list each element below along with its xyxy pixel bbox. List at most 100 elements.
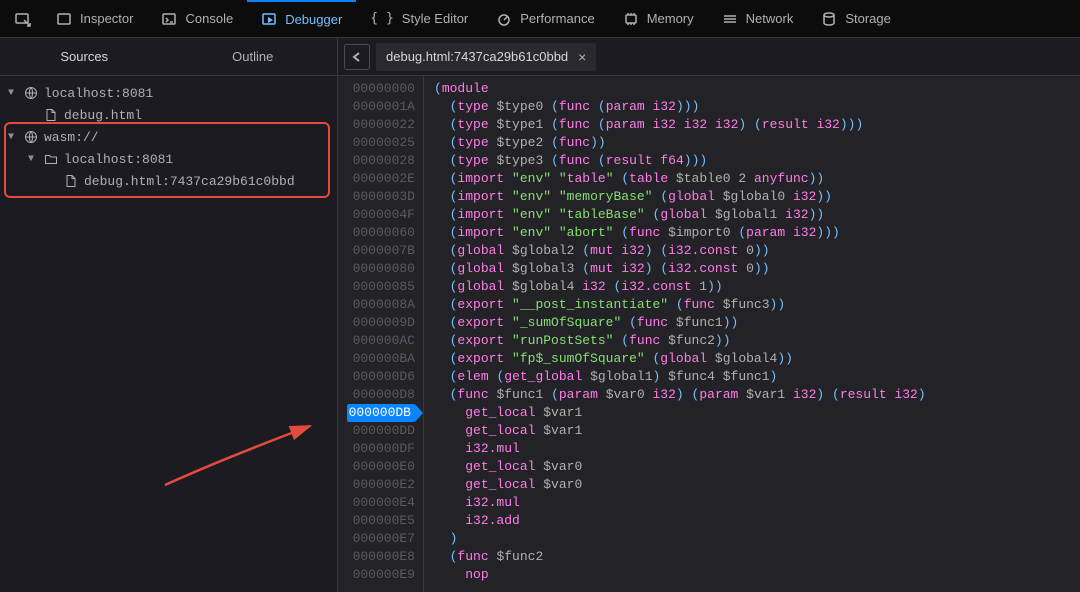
code-line[interactable]: (type $type3 (func (result f64))) (434, 152, 1080, 170)
code-line[interactable]: (import "env" "abort" (func $import0 (pa… (434, 224, 1080, 242)
panel-tabs: Sources Outline (0, 38, 337, 76)
tab-network[interactable]: Network (708, 0, 808, 37)
braces-icon: { } (370, 11, 393, 26)
tree-label: localhost:8081 (64, 152, 173, 167)
gutter-address[interactable]: 00000080 (338, 260, 415, 278)
tree-file[interactable]: debug.html:7437ca29b61c0bbd (0, 170, 337, 192)
code-line[interactable]: (import "env" "tableBase" (global $globa… (434, 206, 1080, 224)
gutter-address[interactable]: 0000001A (338, 98, 415, 116)
code-line[interactable]: (global $global2 (mut i32) (i32.const 0)… (434, 242, 1080, 260)
gutter-address[interactable]: 0000002E (338, 170, 415, 188)
gutter-address[interactable]: 00000025 (338, 134, 415, 152)
code-line[interactable]: (func $func1 (param $var0 i32) (param $v… (434, 386, 1080, 404)
code-line[interactable]: (import "env" "memoryBase" (global $glob… (434, 188, 1080, 206)
gutter-address[interactable]: 000000DD (338, 422, 415, 440)
gutter-address[interactable]: 000000E7 (338, 530, 415, 548)
tab-label: Inspector (80, 11, 133, 26)
breakpoint-marker[interactable]: 000000DB (347, 404, 415, 422)
panel-tab-sources[interactable]: Sources (0, 38, 169, 75)
tab-label: Debugger (285, 12, 342, 27)
tree-label: localhost:8081 (44, 86, 153, 101)
gutter-address[interactable]: 00000060 (338, 224, 415, 242)
tree-label: debug.html (64, 108, 142, 123)
tab-performance[interactable]: Performance (482, 0, 608, 37)
tree-file[interactable]: debug.html (0, 104, 337, 126)
gutter-address[interactable]: 000000DB (338, 404, 415, 422)
sources-panel: Sources Outline ▼ localhost:8081 debug.htm… (0, 38, 338, 592)
code-line[interactable]: (global $global4 i32 (i32.const 1)) (434, 278, 1080, 296)
code-line[interactable]: i32.mul (434, 494, 1080, 512)
code-line[interactable]: (export "_sumOfSquare" (func $func1)) (434, 314, 1080, 332)
tab-label: Performance (520, 11, 594, 26)
twisty-icon[interactable]: ▼ (28, 154, 38, 165)
gutter-address[interactable]: 000000BA (338, 350, 415, 368)
code-line[interactable]: (func $func2 (434, 548, 1080, 566)
gutter-address[interactable]: 000000E4 (338, 494, 415, 512)
gutter-address[interactable]: 0000007B (338, 242, 415, 260)
gutter-address[interactable]: 00000028 (338, 152, 415, 170)
gutter-address[interactable]: 0000003D (338, 188, 415, 206)
gutter-address[interactable]: 000000E5 (338, 512, 415, 530)
code-line[interactable]: i32.mul (434, 440, 1080, 458)
file-icon (64, 174, 78, 188)
tab-memory[interactable]: Memory (609, 0, 708, 37)
globe-icon (24, 86, 38, 100)
gutter-address[interactable]: 0000008A (338, 296, 415, 314)
tab-storage[interactable]: Storage (807, 0, 905, 37)
code-line[interactable]: (export "__post_instantiate" (func $func… (434, 296, 1080, 314)
code-line[interactable]: get_local $var1 (434, 422, 1080, 440)
gutter[interactable]: 000000000000001A000000220000002500000028… (338, 76, 424, 592)
devtools-toolbar: Inspector Console Debugger { } Style Edi… (0, 0, 1080, 38)
gutter-address[interactable]: 00000022 (338, 116, 415, 134)
gutter-address[interactable]: 000000AC (338, 332, 415, 350)
gutter-address[interactable]: 000000E8 (338, 548, 415, 566)
gutter-address[interactable]: 00000000 (338, 80, 415, 98)
code-line[interactable]: i32.add (434, 512, 1080, 530)
code-line[interactable]: nop (434, 566, 1080, 584)
tab-label: Network (746, 11, 794, 26)
tree-folder[interactable]: ▼wasm:// (0, 126, 337, 148)
gutter-address[interactable]: 0000009D (338, 314, 415, 332)
tab-inspector[interactable]: Inspector (42, 0, 147, 37)
tree-folder[interactable]: ▼ localhost:8081 (0, 148, 337, 170)
gutter-address[interactable]: 0000004F (338, 206, 415, 224)
element-picker-button[interactable] (4, 0, 42, 37)
gutter-address[interactable]: 000000DF (338, 440, 415, 458)
twisty-icon[interactable]: ▼ (8, 132, 18, 143)
tree-folder[interactable]: ▼ localhost:8081 (0, 82, 337, 104)
code-line[interactable]: (export "runPostSets" (func $func2)) (434, 332, 1080, 350)
code-line[interactable]: (type $type0 (func (param i32))) (434, 98, 1080, 116)
code-editor[interactable]: 000000000000001A000000220000002500000028… (338, 76, 1080, 592)
code-line[interactable]: get_local $var1 (434, 404, 1080, 422)
gutter-address[interactable]: 000000D8 (338, 386, 415, 404)
toggle-source-outline-button[interactable] (344, 44, 370, 70)
gutter-address[interactable]: 000000D6 (338, 368, 415, 386)
code-line[interactable]: ) (434, 530, 1080, 548)
editor-panel: debug.html:7437ca29b61c0bbd × 0000000000… (338, 38, 1080, 592)
panel-tab-outline[interactable]: Outline (169, 38, 338, 75)
code-line[interactable]: (import "env" "table" (table $table0 2 a… (434, 170, 1080, 188)
tab-style-editor[interactable]: { } Style Editor (356, 0, 482, 37)
tab-console[interactable]: Console (147, 0, 247, 37)
close-icon[interactable]: × (578, 49, 586, 65)
code-content[interactable]: (module (type $type0 (func (param i32)))… (424, 76, 1080, 592)
editor-tab-label: debug.html:7437ca29b61c0bbd (386, 49, 568, 64)
gutter-address[interactable]: 000000E2 (338, 476, 415, 494)
code-line[interactable]: (module (434, 80, 1080, 98)
code-line[interactable]: (elem (get_global $global1) $func4 $func… (434, 368, 1080, 386)
tab-label: Memory (647, 11, 694, 26)
code-line[interactable]: (export "fp$_sumOfSquare" (global $globa… (434, 350, 1080, 368)
gutter-address[interactable]: 000000E0 (338, 458, 415, 476)
code-line[interactable]: (type $type1 (func (param i32 i32 i32) (… (434, 116, 1080, 134)
code-line[interactable]: (type $type2 (func)) (434, 134, 1080, 152)
twisty-icon[interactable]: ▼ (8, 88, 18, 99)
tree-label: debug.html:7437ca29b61c0bbd (84, 174, 295, 189)
code-line[interactable]: get_local $var0 (434, 476, 1080, 494)
editor-tab[interactable]: debug.html:7437ca29b61c0bbd × (376, 43, 596, 71)
tab-label: Style Editor (402, 11, 468, 26)
tab-debugger[interactable]: Debugger (247, 0, 356, 37)
gutter-address[interactable]: 00000085 (338, 278, 415, 296)
gutter-address[interactable]: 000000E9 (338, 566, 415, 584)
code-line[interactable]: get_local $var0 (434, 458, 1080, 476)
code-line[interactable]: (global $global3 (mut i32) (i32.const 0)… (434, 260, 1080, 278)
